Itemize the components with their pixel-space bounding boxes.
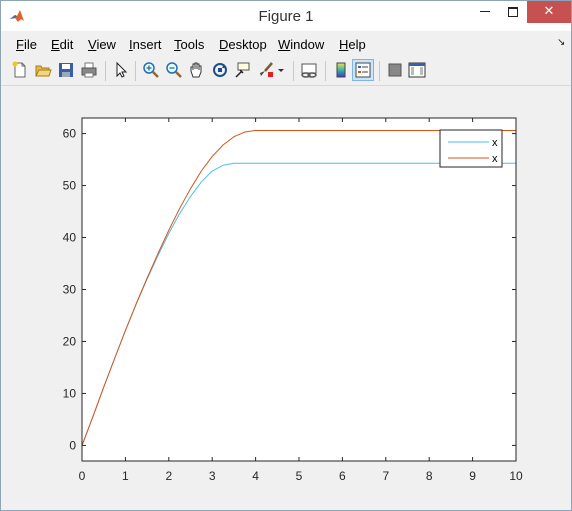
menu-help[interactable]: Help (339, 37, 366, 52)
rotate-3d-icon[interactable] (211, 61, 229, 79)
legend-toggle-button[interactable] (352, 59, 374, 81)
x-tick-label: 4 (252, 469, 259, 483)
close-button[interactable]: ✕ (527, 1, 571, 23)
menu-view[interactable]: View (88, 37, 116, 52)
axes-background[interactable] (82, 118, 516, 461)
hide-plot-tools-icon[interactable] (386, 61, 404, 79)
y-tick-label: 10 (63, 386, 77, 400)
maximize-button[interactable] (499, 1, 527, 23)
x-tick-label: 5 (296, 469, 303, 483)
title-bar[interactable]: Figure 1 ✕ (1, 1, 571, 31)
minimize-icon (480, 11, 490, 13)
y-tick-label: 60 (63, 127, 77, 141)
close-icon: ✕ (543, 3, 555, 18)
y-tick-label: 30 (63, 283, 77, 297)
x-tick-label: 1 (122, 469, 129, 483)
y-tick-label: 50 (63, 179, 77, 193)
x-tick-label: 10 (509, 469, 523, 483)
legend[interactable]: x x (439, 129, 503, 168)
colorbar-icon[interactable] (332, 61, 350, 79)
show-plot-tools-icon[interactable] (408, 61, 426, 79)
menu-insert[interactable]: Insert (129, 37, 162, 52)
x-tick-label: 3 (209, 469, 216, 483)
toolbar-separator (293, 61, 294, 81)
menu-tools[interactable]: Tools (174, 37, 204, 52)
pan-icon[interactable] (188, 61, 206, 79)
menu-edit[interactable]: Edit (51, 37, 73, 52)
x-tick-label: 6 (339, 469, 346, 483)
menu-desktop[interactable]: Desktop (219, 37, 267, 52)
zoom-out-icon[interactable] (165, 61, 183, 79)
pointer-icon[interactable] (112, 61, 130, 79)
x-tick-label: 9 (469, 469, 476, 483)
plot-svg: 0 1 2 3 4 5 6 7 8 9 10 0 10 20 30 40 50 60 x x (63, 117, 523, 483)
brush-dropdown-icon[interactable] (276, 61, 286, 79)
zoom-in-icon[interactable] (142, 61, 160, 79)
maximize-icon (508, 6, 518, 17)
save-icon[interactable] (57, 61, 75, 79)
legend-label-series-2: x (492, 153, 498, 165)
data-cursor-icon[interactable] (234, 61, 252, 79)
figure-window: Figure 1 ✕ File Edit View Insert Tools D… (0, 0, 572, 511)
x-tick-label: 7 (382, 469, 389, 483)
legend-icon (355, 62, 371, 78)
figure-canvas: 0 1 2 3 4 5 6 7 8 9 10 0 10 20 30 40 50 60 x x (8, 86, 565, 504)
y-tick-label: 0 (69, 438, 76, 452)
figure-toolbar (1, 57, 571, 86)
y-tick-label: 40 (63, 231, 77, 245)
print-icon[interactable] (80, 61, 98, 79)
brush-icon[interactable] (257, 61, 275, 79)
toolbar-separator (105, 61, 106, 81)
minimize-button[interactable] (471, 1, 499, 23)
menu-file[interactable]: File (16, 37, 37, 52)
new-figure-icon[interactable] (11, 61, 29, 79)
toolbar-separator (135, 61, 136, 81)
menu-bar: File Edit View Insert Tools Desktop Wind… (1, 34, 571, 54)
menu-window[interactable]: Window (278, 37, 324, 52)
dock-arrow-icon[interactable]: ↘ (557, 37, 565, 48)
toolbar-separator (325, 61, 326, 81)
x-tick-label: 0 (79, 469, 86, 483)
x-tick-label: 8 (426, 469, 433, 483)
legend-label-series-1: x (492, 137, 498, 149)
toolbar-separator (379, 61, 380, 81)
x-tick-label: 2 (165, 469, 172, 483)
open-file-icon[interactable] (34, 61, 52, 79)
y-tick-label: 20 (63, 334, 77, 348)
link-plot-icon[interactable] (300, 61, 318, 79)
